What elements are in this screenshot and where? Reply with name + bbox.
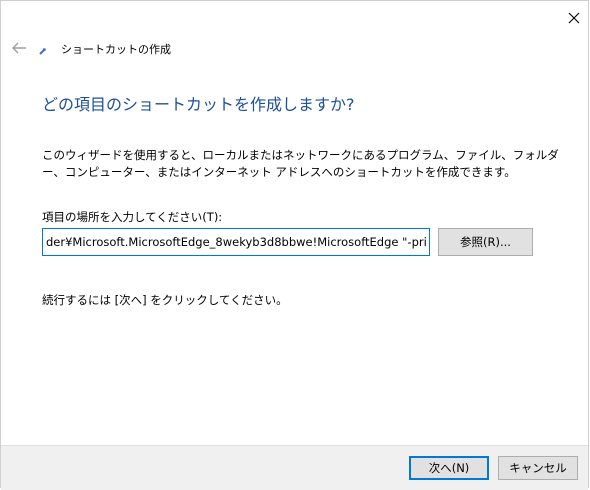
- close-icon: [568, 12, 580, 24]
- description-text: このウィザードを使用すると、ローカルまたはネットワークにあるプログラム、ファイル…: [42, 148, 559, 179]
- back-button[interactable]: [10, 40, 28, 56]
- close-button[interactable]: [561, 7, 587, 29]
- browse-button[interactable]: 参照(R)...: [438, 228, 533, 256]
- location-label: 項目の場所を入力してください(T):: [42, 210, 223, 224]
- next-button[interactable]: 次へ(N): [409, 456, 489, 480]
- shortcut-wizard-icon: [38, 45, 48, 55]
- page-heading: どの項目のショートカットを作成しますか?: [42, 95, 355, 114]
- dialog-footer: 次へ(N) キャンセル: [1, 445, 588, 490]
- dialog-header: ショートカットの作成: [1, 31, 588, 67]
- create-shortcut-dialog: ショートカットの作成 どの項目のショートカットを作成しますか? このウィザードを…: [0, 0, 589, 490]
- window-title: ショートカットの作成: [61, 43, 171, 56]
- cancel-button[interactable]: キャンセル: [498, 456, 578, 480]
- location-input[interactable]: [42, 228, 430, 256]
- back-arrow-icon: [12, 42, 26, 54]
- continue-instruction: 続行するには [次へ] をクリックしてください。: [42, 293, 288, 307]
